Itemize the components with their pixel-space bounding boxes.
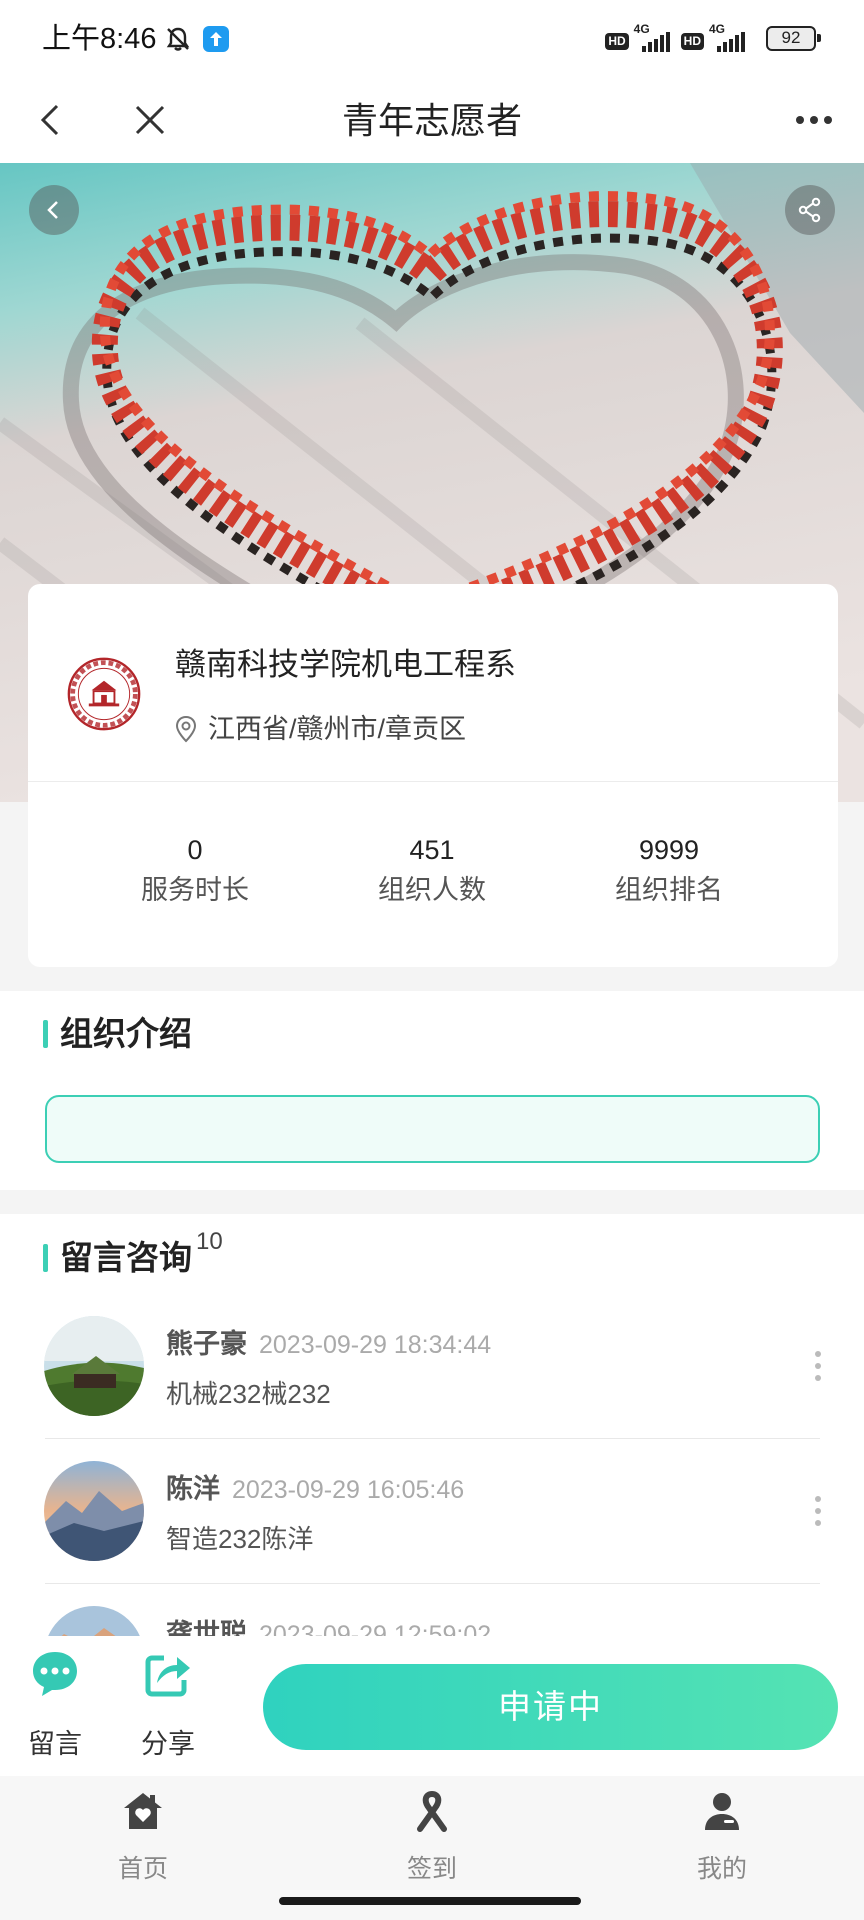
message-header: 熊子豪 2023-09-29 18:34:44 (166, 1327, 491, 1366)
banner-back-button[interactable] (29, 185, 79, 235)
home-heart-icon (121, 1789, 165, 1833)
battery-icon: 92 (766, 26, 821, 51)
page-title: 青年志愿者 (341, 100, 522, 141)
stat-value: 451 (409, 835, 455, 865)
vertical-more-icon[interactable] (812, 1493, 824, 1529)
status-bar: 上午8:46 HD 4G HD 4G 92 (0, 0, 864, 78)
message-item: 陈洋 2023-09-29 16:05:46 智造232陈洋 (0, 1439, 864, 1584)
vertical-more-icon[interactable] (812, 1348, 824, 1384)
ribbon-icon (410, 1789, 454, 1833)
back-chevron-icon[interactable] (34, 102, 70, 138)
stat-label: 组织人数 (378, 875, 486, 905)
org-card: 赣南科技学院机电工程系 江西省/赣州市/章贡区 0 服务时长 451 组织人数 … (28, 584, 838, 967)
message-time: 2023-09-29 18:34:44 (259, 1331, 492, 1359)
share-nodes-icon (798, 197, 821, 223)
share-action-label: 分享 (141, 1729, 195, 1759)
org-name: 赣南科技学院机电工程系 (175, 647, 516, 682)
upload-app-icon (203, 26, 229, 52)
message-item: 龚世聪 2023-09-29 12:59:02 (0, 1584, 864, 1636)
nav-item-checkin[interactable]: 签到 (352, 1776, 512, 1896)
stat-value: 9999 (638, 835, 700, 865)
message-text: 机械232械232 (166, 1379, 331, 1409)
status-indicators: HD 4G HD 4G 92 (605, 22, 821, 56)
more-options-icon[interactable] (794, 112, 834, 128)
intro-content-box (45, 1095, 820, 1163)
org-logo (66, 656, 142, 732)
stat-service-hours: 0 服务时长 (85, 830, 305, 910)
stat-label: 服务时长 (141, 875, 249, 905)
message-text: 智造232陈洋 (166, 1524, 314, 1554)
message-action-label: 留言 (28, 1729, 82, 1759)
stat-member-count: 451 组织人数 (322, 830, 542, 910)
stat-label: 组织排名 (615, 875, 723, 905)
org-location: 江西省/赣州市/章贡区 (208, 714, 467, 744)
bell-off-icon (164, 25, 192, 53)
signal-icon: 4G (709, 22, 751, 56)
section-title: 留言咨询 (60, 1239, 192, 1276)
messages-section: 留言咨询 10 熊子豪 2023-09-29 18:34:44 机械232械232 (0, 1214, 864, 1636)
nav-label: 我的 (696, 1855, 747, 1883)
message-time: 2023-09-29 16:05:46 (232, 1476, 465, 1504)
nav-item-home[interactable]: 首页 (63, 1776, 223, 1896)
message-count: 10 (196, 1228, 223, 1255)
banner-share-button[interactable] (785, 185, 835, 235)
message-action[interactable]: 留言 (10, 1636, 100, 1776)
stat-org-rank: 9999 组织排名 (559, 830, 779, 910)
hd-badge: HD (680, 33, 704, 50)
divider (28, 781, 838, 782)
avatar[interactable] (44, 1316, 144, 1416)
share-action[interactable]: 分享 (123, 1636, 213, 1776)
chat-bubble-icon (29, 1648, 81, 1700)
location-pin-icon (174, 715, 198, 743)
status-time: 上午8:46 (42, 23, 157, 55)
share-icon (142, 1648, 194, 1700)
close-icon[interactable] (133, 103, 167, 137)
section-title: 组织介绍 (60, 1015, 192, 1052)
back-chevron-icon (47, 201, 58, 219)
avatar[interactable] (44, 1461, 144, 1561)
app-screen: 上午8:46 HD 4G HD 4G 92 青年志愿者 赣南科技学院机电工程系 … (0, 0, 864, 1920)
avatar[interactable] (44, 1606, 144, 1636)
message-time: 2023-09-29 12:59:02 (259, 1621, 492, 1636)
intro-section: 组织介绍 (0, 991, 864, 1190)
hd-badge: HD (605, 33, 629, 50)
message-author: 龚世聪 (166, 1619, 247, 1636)
nav-item-profile[interactable]: 我的 (642, 1776, 802, 1896)
action-bar: 留言 分享 申请中 (0, 1636, 864, 1776)
home-indicator[interactable] (279, 1897, 581, 1905)
title-bar: 青年志愿者 (0, 78, 864, 163)
user-icon (700, 1789, 744, 1833)
message-header: 陈洋 2023-09-29 16:05:46 (166, 1472, 464, 1511)
message-author: 陈洋 (166, 1474, 220, 1504)
nav-label: 首页 (117, 1855, 168, 1883)
message-header: 龚世聪 2023-09-29 12:59:02 (166, 1617, 491, 1636)
apply-button[interactable]: 申请中 (263, 1664, 838, 1750)
nav-label: 签到 (406, 1855, 457, 1883)
section-accent-bar (43, 1020, 48, 1048)
message-author: 熊子豪 (166, 1329, 247, 1359)
section-accent-bar (43, 1244, 48, 1272)
signal-icon: 4G (634, 22, 676, 56)
message-item: 熊子豪 2023-09-29 18:34:44 机械232械232 (0, 1294, 864, 1439)
stat-value: 0 (187, 835, 203, 865)
